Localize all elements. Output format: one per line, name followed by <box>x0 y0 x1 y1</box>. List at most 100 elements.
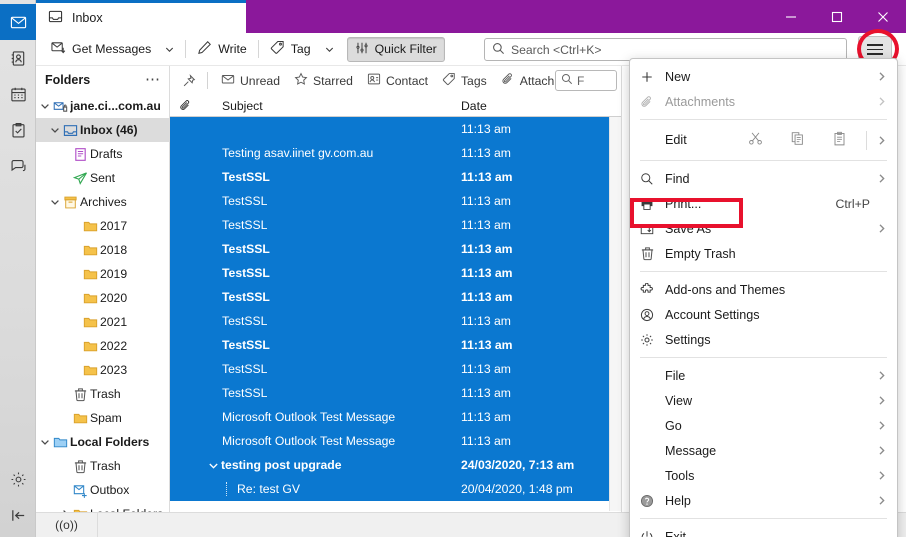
message-row[interactable]: testing post upgrade24/03/2020, 7:13 am <box>170 453 621 477</box>
menu-item-new[interactable]: New <box>630 64 897 89</box>
message-subject-label: Microsoft Outlook Test Message <box>222 434 395 448</box>
folder-item-local-folders[interactable]: Local Folders <box>36 430 169 454</box>
message-date-cell: 11:13 am <box>461 410 621 424</box>
folder-item-2023[interactable]: 2023 <box>36 358 169 382</box>
message-list-scrollbar[interactable] <box>609 117 621 511</box>
message-row[interactable]: Microsoft Outlook Test Message11:13 am <box>170 429 621 453</box>
folder-item-label: 2019 <box>100 267 127 281</box>
message-row[interactable]: TestSSL11:13 am <box>170 213 621 237</box>
column-date-header[interactable]: Date <box>461 99 621 113</box>
folder-item-inbox-46[interactable]: Inbox (46) <box>36 118 169 142</box>
folder-item-label: 2020 <box>100 291 127 305</box>
chevron-down-icon[interactable] <box>38 436 51 448</box>
filter-starred-button[interactable]: Starred <box>288 70 359 92</box>
folder-item-2017[interactable]: 2017 <box>36 214 169 238</box>
pin-icon[interactable] <box>176 70 202 92</box>
menu-item-label: Tools <box>640 469 872 483</box>
menu-item-help[interactable]: Help <box>630 488 897 513</box>
menu-item-exit[interactable]: Exit <box>630 524 897 537</box>
menu-item-save-as[interactable]: Save As <box>630 216 897 241</box>
message-row[interactable]: TestSSL11:13 am <box>170 381 621 405</box>
filter-tags-button[interactable]: Tags <box>436 70 493 92</box>
chevron-down-icon[interactable] <box>38 100 51 112</box>
message-row[interactable]: 11:13 am <box>170 117 621 141</box>
folder-item-2021[interactable]: 2021 <box>36 310 169 334</box>
chevron-down-icon[interactable] <box>48 124 61 136</box>
filter-contact-button[interactable]: Contact <box>361 70 434 92</box>
quick-filter-button[interactable]: Quick Filter <box>347 37 445 62</box>
menu-item-add-ons-and-themes[interactable]: Add-ons and Themes <box>630 277 897 302</box>
message-subject-cell: TestSSL <box>200 386 461 400</box>
folder-item-sent[interactable]: Sent <box>36 166 169 190</box>
close-button[interactable] <box>860 0 906 33</box>
folder-item-spam[interactable]: Spam <box>36 406 169 430</box>
space-address-book[interactable] <box>0 40 36 76</box>
write-button[interactable]: Write <box>190 37 253 62</box>
folder-item-archives[interactable]: Archives <box>36 190 169 214</box>
menu-item-file[interactable]: File <box>630 363 897 388</box>
folder-item-2019[interactable]: 2019 <box>36 262 169 286</box>
menu-item-account-settings[interactable]: Account Settings <box>630 302 897 327</box>
message-row[interactable]: TestSSL11:13 am <box>170 261 621 285</box>
space-tasks[interactable] <box>0 112 36 148</box>
menu-item-settings[interactable]: Settings <box>630 327 897 352</box>
menu-item-message[interactable]: Message <box>630 438 897 463</box>
menu-item-label: Save As <box>665 222 872 236</box>
thread-chevron-down-icon[interactable] <box>206 459 221 472</box>
folder-item-2018[interactable]: 2018 <box>36 238 169 262</box>
ellipsis-icon[interactable]: ⋯ <box>145 75 161 85</box>
tab-label: Inbox <box>72 11 103 25</box>
cut-button[interactable] <box>734 131 776 149</box>
folder-item-trash[interactable]: Trash <box>36 454 169 478</box>
message-date-cell: 11:13 am <box>461 314 621 328</box>
menu-item-view[interactable]: View <box>630 388 897 413</box>
message-row[interactable]: TestSSL11:13 am <box>170 309 621 333</box>
space-mail[interactable] <box>0 4 36 40</box>
collapse-left-icon[interactable] <box>0 497 36 533</box>
tag-dropdown[interactable] <box>318 37 341 62</box>
column-attachment-header[interactable] <box>170 99 200 112</box>
settings-button[interactable] <box>0 461 36 497</box>
message-row[interactable]: TestSSL11:13 am <box>170 189 621 213</box>
space-calendar[interactable] <box>0 76 36 112</box>
message-subject-cell: TestSSL <box>200 314 461 328</box>
chevron-right-icon[interactable] <box>870 134 888 147</box>
chevron-down-icon[interactable] <box>48 196 61 208</box>
folder-item-trash[interactable]: Trash <box>36 382 169 406</box>
folder-item-2020[interactable]: 2020 <box>36 286 169 310</box>
minimize-button[interactable] <box>768 0 814 33</box>
search-icon <box>640 172 665 186</box>
person-icon <box>640 308 665 322</box>
message-row[interactable]: TestSSL11:13 am <box>170 333 621 357</box>
menu-item-print[interactable]: Print...Ctrl+P <box>630 191 897 216</box>
menu-item-tools[interactable]: Tools <box>630 463 897 488</box>
tag-button[interactable]: Tag <box>263 37 318 62</box>
copy-button[interactable] <box>776 131 818 149</box>
message-row[interactable]: Testing asav.iinet gv.com.au11:13 am <box>170 141 621 165</box>
menu-item-empty-trash[interactable]: Empty Trash <box>630 241 897 266</box>
message-subject-cell: testing post upgrade <box>200 458 461 472</box>
quick-filter-search-input[interactable]: F <box>555 70 617 91</box>
column-subject-header[interactable]: Subject <box>200 99 461 113</box>
message-row[interactable]: TestSSL11:13 am <box>170 285 621 309</box>
menu-item-find[interactable]: Find <box>630 166 897 191</box>
folder-item-label: Trash <box>90 387 121 401</box>
folder-item-drafts[interactable]: Drafts <box>36 142 169 166</box>
message-row[interactable]: TestSSL11:13 am <box>170 357 621 381</box>
folder-item-jane-ci-com-au[interactable]: jane.ci...com.au <box>36 94 169 118</box>
chevron-right-icon <box>872 494 888 507</box>
message-row[interactable]: Microsoft Outlook Test Message11:13 am <box>170 405 621 429</box>
space-chat[interactable] <box>0 148 36 184</box>
folder-item-outbox[interactable]: Outbox <box>36 478 169 502</box>
get-messages-dropdown[interactable] <box>158 37 181 62</box>
filter-unread-button[interactable]: Unread <box>215 70 286 92</box>
tab-inbox[interactable]: Inbox <box>36 0 246 33</box>
menu-item-go[interactable]: Go <box>630 413 897 438</box>
message-row[interactable]: TestSSL11:13 am <box>170 165 621 189</box>
maximize-button[interactable] <box>814 0 860 33</box>
folder-item-2022[interactable]: 2022 <box>36 334 169 358</box>
message-row[interactable]: TestSSL11:13 am <box>170 237 621 261</box>
paste-button[interactable] <box>818 131 860 149</box>
get-messages-button[interactable]: Get Messages <box>44 37 158 62</box>
message-row[interactable]: Re: test GV20/04/2020, 1:48 pm <box>170 477 621 501</box>
